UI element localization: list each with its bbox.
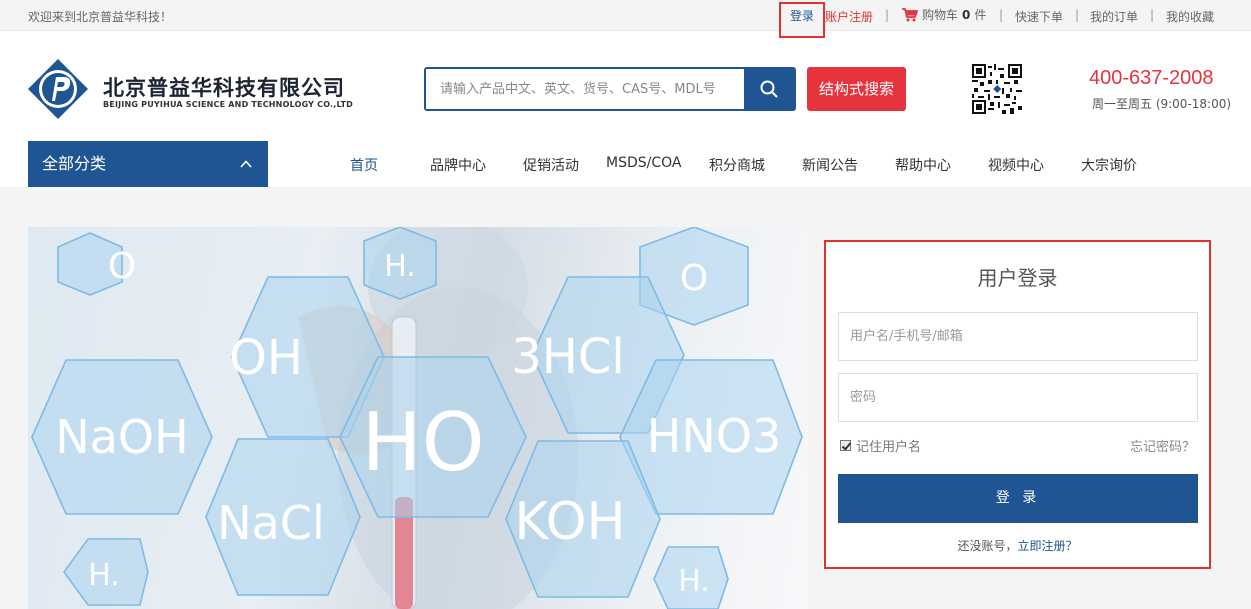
svg-text:KOH: KOH <box>514 492 625 552</box>
cart-icon <box>902 7 919 22</box>
main-nav: 全部分类 首页 品牌中心 促销活动 MSDS/COA 积分商城 新闻公告 帮助中… <box>0 141 1251 187</box>
separator: | <box>1150 8 1155 22</box>
hotline-number: 400-637-2008 <box>1089 67 1214 89</box>
no-account-label: 还没账号， <box>957 539 1018 553</box>
all-categories-button[interactable]: 全部分类 <box>28 141 268 187</box>
svg-text:H.: H. <box>384 249 416 284</box>
svg-text:H.: H. <box>678 564 710 599</box>
structure-search-button[interactable]: 结构式搜索 <box>807 67 906 111</box>
search-input[interactable] <box>426 69 744 109</box>
separator: | <box>999 8 1004 22</box>
qr-code <box>972 64 1022 114</box>
username-field <box>838 312 1198 361</box>
svg-text:O: O <box>108 246 136 287</box>
company-name-cn: 北京普益华科技有限公司 <box>103 76 345 100</box>
svg-text:OH: OH <box>229 330 303 386</box>
svg-text:O: O <box>680 258 708 299</box>
remember-checkbox[interactable] <box>840 440 851 451</box>
nav-item-brands[interactable]: 品牌中心 <box>430 155 486 175</box>
chevron-up-icon <box>240 160 252 168</box>
search-button[interactable] <box>744 69 794 109</box>
hero-banner[interactable]: O H. O OH 3HCl NaOH HO HNO3 NaCl KOH H. … <box>28 227 808 609</box>
site-header: 北京普益华科技有限公司 BEIJING PUYIHUA SCIENCE AND … <box>0 31 1251 141</box>
remember-username[interactable]: 记住用户名 <box>840 436 921 455</box>
svg-text:HO: HO <box>361 396 484 489</box>
nav-item-home[interactable]: 首页 <box>350 155 378 175</box>
welcome-text: 欢迎来到北京普益华科技！ <box>28 10 173 24</box>
username-input[interactable] <box>839 313 1197 360</box>
nav-item-msds-coa[interactable]: MSDS/COA <box>606 155 681 171</box>
login-title: 用户登录 <box>977 266 1058 290</box>
nav-item-news[interactable]: 新闻公告 <box>802 155 858 175</box>
register-link[interactable]: 账户注册 <box>825 8 873 25</box>
my-orders-link[interactable]: 我的订单 <box>1090 8 1138 25</box>
company-logo[interactable] <box>26 57 90 121</box>
cart-count: 0 <box>962 7 971 22</box>
svg-text:NaCl: NaCl <box>217 496 325 550</box>
all-categories-label: 全部分类 <box>42 154 107 173</box>
password-field <box>838 373 1198 422</box>
quick-order-link[interactable]: 快速下单 <box>1015 8 1063 25</box>
nav-item-videos[interactable]: 视频中心 <box>988 155 1044 175</box>
cart-unit: 件 <box>974 8 987 22</box>
login-link[interactable]: 登录 <box>779 2 825 38</box>
separator: | <box>885 8 890 22</box>
cart-label: 购物车 <box>922 8 959 22</box>
remember-label: 记住用户名 <box>856 440 922 455</box>
nav-item-promotions[interactable]: 促销活动 <box>523 155 579 175</box>
search-box <box>424 67 796 111</box>
svg-text:H.: H. <box>88 558 120 593</box>
service-hours: 周一至周五 (9:00-18:00) <box>1092 97 1232 111</box>
nav-item-points-mall[interactable]: 积分商城 <box>709 155 765 175</box>
svg-text:HNO3: HNO3 <box>647 409 781 463</box>
search-icon <box>760 80 778 98</box>
register-now-link[interactable]: 立即注册？ <box>1018 539 1078 553</box>
nav-item-bulk-inquiry[interactable]: 大宗询价 <box>1081 155 1137 175</box>
svg-text:NaOH: NaOH <box>55 410 188 464</box>
nav-item-help[interactable]: 帮助中心 <box>895 155 951 175</box>
cart-link[interactable]: 购物车 0 件 <box>902 6 986 23</box>
forgot-password-link[interactable]: 忘记密码？ <box>1130 436 1195 455</box>
no-account-text: 还没账号，立即注册？ <box>826 537 1209 554</box>
top-bar: 欢迎来到北京普益华科技！ 登录 账户注册 | 购物车 0 件 | 快速下单 | … <box>0 0 1251 38</box>
password-input[interactable] <box>839 374 1197 421</box>
my-favorites-link[interactable]: 我的收藏 <box>1166 8 1214 25</box>
login-panel: 用户登录 记住用户名 忘记密码？ 登 录 还没账号，立即注册？ <box>824 240 1211 569</box>
svg-text:3HCl: 3HCl <box>511 329 624 385</box>
login-submit-button[interactable]: 登 录 <box>838 474 1198 523</box>
separator: | <box>1075 8 1080 22</box>
company-name-en: BEIJING PUYIHUA SCIENCE AND TECHNOLOGY C… <box>103 100 354 109</box>
